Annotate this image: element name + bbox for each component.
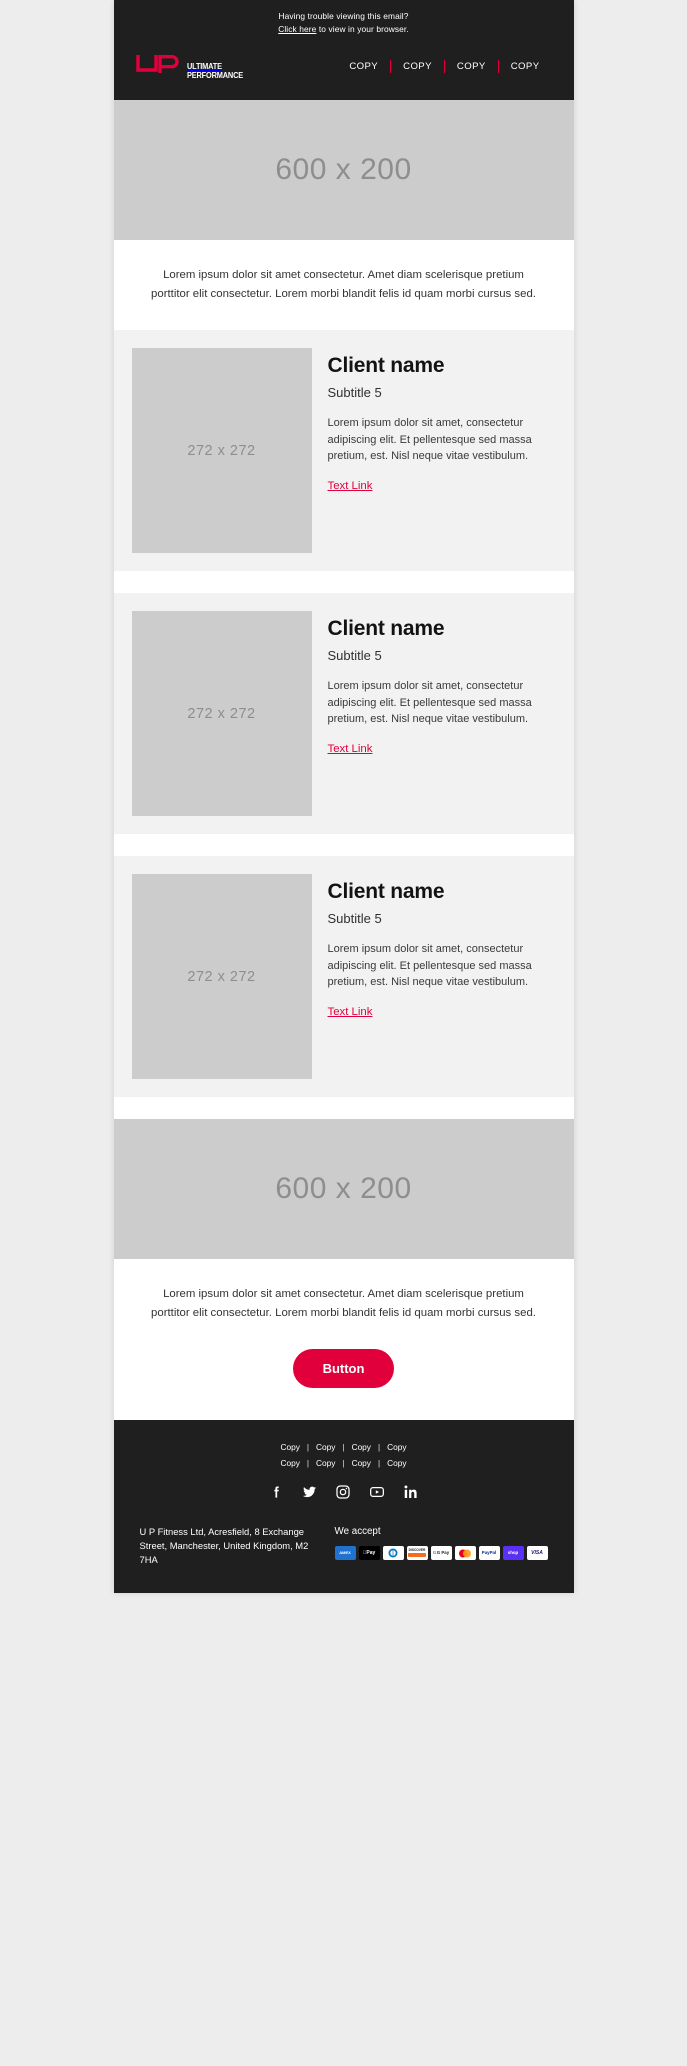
youtube-icon[interactable] [368,1484,386,1505]
client-name: Client name [327,354,445,377]
footer-link-1-1[interactable]: Copy [274,1442,307,1452]
company-address: U P Fitness Ltd, Acresfield, 8 Exchange … [139,1526,309,1565]
up-monogram-icon [135,53,182,80]
paypal-icon: PayPal [478,1546,500,1560]
facebook-icon[interactable] [269,1484,284,1505]
header-nav: COPY COPY COPY COPY [337,60,551,73]
footer-divider: | [377,1442,381,1452]
email-container: Having trouble viewing this email? Click… [113,0,574,1593]
view-in-browser-link[interactable]: Click here [278,24,316,34]
footer-links-row-1: Copy | Copy | Copy | Copy [136,1442,552,1452]
header-bar: ULTIMATE PERFORMANCE COPY COPY COPY COPY [135,45,552,100]
instagram-icon[interactable] [335,1484,351,1505]
client-card: 272 x 272 Client name Subtitle 5 Lorem i… [113,856,574,1097]
preheader-line-2: Click here to view in your browser. [136,23,552,36]
discover-swoosh [408,1553,426,1558]
footer-divider: | [342,1458,345,1468]
amex-label: AMEX [339,1550,351,1555]
google-pay-icon: GG Pay [430,1546,452,1560]
social-links [136,1484,552,1505]
client-description: Lorem ipsum dolor sit amet, consectetur … [327,417,532,462]
visa-label: VISA [531,1549,543,1556]
footer-divider: | [306,1442,310,1452]
client-subtitle: Subtitle 5 [327,911,382,926]
shop-pay-label: shop [507,1549,519,1555]
we-accept-label: We accept [334,1526,381,1537]
twitter-icon[interactable] [301,1484,318,1505]
linkedin-icon[interactable] [403,1484,419,1505]
client-description: Lorem ipsum dolor sit amet, consectetur … [327,680,532,725]
footer-link-2-2[interactable]: Copy [309,1458,342,1468]
visa-icon: VISA [526,1546,548,1560]
footer-link-1-2[interactable]: Copy [309,1442,342,1452]
preheader-line-1: Having trouble viewing this email? [278,11,409,21]
client-text-link[interactable]: Text Link [328,743,373,755]
hero-image-bottom: 600 x 200 [113,1119,574,1259]
footer-divider: | [377,1458,381,1468]
client-card: 272 x 272 Client name Subtitle 5 Lorem i… [113,593,574,834]
apple-pay-icon: Pay [358,1546,380,1560]
page-canvas: Having trouble viewing this email? Click… [0,0,687,2066]
payment-methods: We accept AMEX Pay DISCOVER [334,1525,548,1560]
footer-link-2-3[interactable]: Copy [345,1458,378,1468]
diners-club-icon [382,1546,404,1560]
section-spacer [113,1097,574,1119]
footer-link-2-4[interactable]: Copy [380,1458,413,1468]
email-header: Having trouble viewing this email? Click… [113,0,574,100]
cta-button[interactable]: Button [292,1349,395,1388]
discover-label: DISCOVER [408,1547,426,1552]
nav-item-1[interactable]: COPY [337,61,390,72]
logo-ultimate-performance[interactable]: ULTIMATE PERFORMANCE [135,53,252,80]
client-card: 272 x 272 Client name Subtitle 5 Lorem i… [113,330,574,571]
hero-image-top: 600 x 200 [113,100,574,240]
footer-divider: | [306,1458,310,1468]
footer-bottom: U P Fitness Ltd, Acresfield, 8 Exchange … [136,1525,552,1567]
section-spacer [113,834,574,856]
client-name: Client name [327,617,445,640]
client-image: 272 x 272 [131,874,312,1079]
preheader-line-2-tail: to view in your browser. [316,23,409,34]
footer-link-1-3[interactable]: Copy [345,1442,378,1452]
section-spacer [113,571,574,593]
client-image: 272 x 272 [131,611,312,816]
client-name: Client name [327,880,445,903]
apple-pay-label: Pay [363,1549,376,1556]
logo-line-2: PERFORMANCE [186,70,243,80]
client-card-body: Client name Subtitle 5 Lorem ipsum dolor… [328,611,556,816]
preheader-text: Having trouble viewing this email? Click… [136,10,552,45]
footer-divider: | [342,1442,345,1452]
footer-link-2-1[interactable]: Copy [274,1458,307,1468]
client-text-link[interactable]: Text Link [328,480,373,492]
nav-item-3[interactable]: COPY [445,61,498,72]
mastercard-icon [454,1546,476,1560]
paypal-label: PayPal [481,1549,497,1555]
outro-text: Lorem ipsum dolor sit amet consectetur. … [113,1259,574,1349]
footer-link-1-4[interactable]: Copy [380,1442,413,1452]
logo-wordmark: ULTIMATE PERFORMANCE [187,62,243,80]
payment-icons-row: AMEX Pay DISCOVER GG Pa [334,1546,548,1560]
intro-text: Lorem ipsum dolor sit amet consectetur. … [113,240,574,330]
client-text-link[interactable]: Text Link [328,1006,373,1018]
discover-icon: DISCOVER [406,1546,428,1560]
client-image: 272 x 272 [131,348,312,553]
client-subtitle: Subtitle 5 [327,385,382,400]
client-card-body: Client name Subtitle 5 Lorem ipsum dolor… [328,348,556,553]
nav-item-4[interactable]: COPY [499,61,552,72]
footer-links-row-2: Copy | Copy | Copy | Copy [136,1458,552,1468]
email-footer: Copy | Copy | Copy | Copy Copy | Copy | … [113,1420,574,1593]
client-subtitle: Subtitle 5 [327,648,382,663]
amex-icon: AMEX [334,1546,356,1560]
nav-item-2[interactable]: COPY [391,61,444,72]
client-card-body: Client name Subtitle 5 Lorem ipsum dolor… [328,874,556,1079]
client-description: Lorem ipsum dolor sit amet, consectetur … [327,943,532,988]
cta-section: Button [113,1349,574,1420]
shop-pay-icon: shop [502,1546,524,1560]
footer-links: Copy | Copy | Copy | Copy Copy | Copy | … [136,1442,552,1468]
